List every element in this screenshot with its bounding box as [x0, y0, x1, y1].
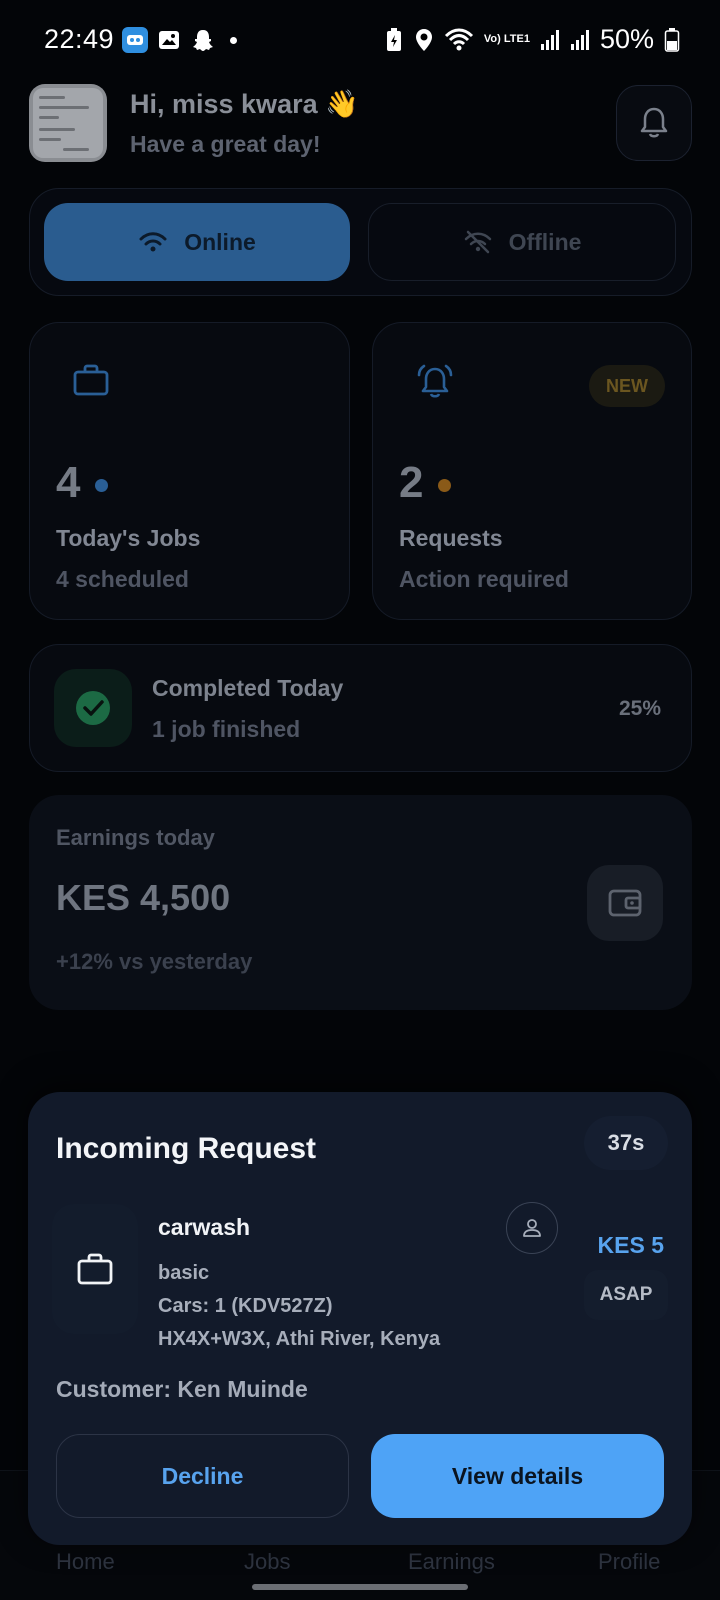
home-indicator[interactable]: [252, 1584, 468, 1590]
completed-subtitle: 1 job finished: [152, 716, 301, 742]
requests-title: Requests: [399, 525, 503, 551]
nav-earnings[interactable]: Earnings: [408, 1549, 495, 1575]
requests-card[interactable]: NEW 2 Requests Action required: [372, 322, 692, 620]
greeting-subtitle: Have a great day!: [130, 131, 321, 157]
completed-icon-box: [54, 669, 132, 747]
location-icon: [415, 28, 432, 51]
todays-jobs-card[interactable]: 4 Today's Jobs 4 scheduled: [29, 322, 350, 620]
battery-icon: [664, 27, 680, 52]
service-cars: Cars: 1 (KDV527Z): [158, 1295, 333, 1317]
completed-percent: 25%: [618, 697, 661, 720]
jobs-count: 4: [56, 458, 81, 507]
online-toggle-button[interactable]: Online: [44, 203, 350, 281]
alarm-bell-icon: [417, 364, 453, 398]
signal-icon-2: [570, 29, 589, 50]
offline-label: Offline: [508, 228, 582, 255]
service-tier: basic: [158, 1262, 210, 1284]
profile-avatar[interactable]: [29, 84, 107, 162]
snapchat-icon: [190, 27, 216, 53]
battery-saver-icon: [386, 27, 401, 51]
nav-profile[interactable]: Profile: [598, 1549, 660, 1575]
earnings-change: +12% vs yesterday: [56, 949, 253, 974]
requests-subtitle: Action required: [399, 566, 569, 592]
jobs-title: Today's Jobs: [56, 525, 201, 551]
jobs-indicator-dot: [95, 479, 108, 492]
nav-home[interactable]: Home: [56, 1549, 115, 1575]
earnings-label: Earnings today: [56, 825, 215, 850]
wifi-icon: [444, 28, 473, 50]
greeting-text: Hi, miss kwara 👋: [130, 89, 359, 119]
status-bar: 22:49 Vo) LTE1 50%: [0, 0, 720, 80]
service-location: HX4X+W3X, Athi River, Kenya: [158, 1328, 441, 1350]
nav-jobs[interactable]: Jobs: [244, 1549, 290, 1575]
person-icon: [523, 1219, 541, 1237]
service-name: carwash: [158, 1214, 251, 1240]
incoming-request-title: Incoming Request: [56, 1132, 317, 1165]
notifications-button[interactable]: [616, 85, 692, 161]
customer-profile-button[interactable]: [506, 1202, 558, 1254]
new-badge: NEW: [589, 365, 665, 407]
online-label: Online: [184, 228, 256, 255]
request-price: KES 5: [597, 1232, 664, 1258]
system-status: Vo) LTE1 50%: [384, 24, 680, 55]
briefcase-icon: [77, 1253, 113, 1285]
service-icon-box: [52, 1204, 138, 1334]
incoming-request-sheet: Incoming Request 37s carwash basic Cars:…: [28, 1092, 692, 1545]
timing-badge: ASAP: [584, 1270, 668, 1320]
more-notifications-dot: [230, 36, 237, 44]
customer-name: Customer: Ken Muinde: [56, 1376, 308, 1402]
status-time: 22:49: [44, 24, 115, 54]
avatar-image: [33, 88, 103, 158]
app-notification-icon: [122, 27, 148, 53]
lte-indicator: Vo) LTE1: [483, 33, 530, 45]
requests-count: 2: [399, 458, 424, 507]
battery-percent: 50%: [599, 24, 654, 54]
countdown-timer: 37s: [584, 1116, 668, 1170]
check-circle-icon: [76, 691, 110, 725]
signal-icon-1: [540, 29, 559, 50]
bell-icon: [640, 107, 668, 138]
wallet-icon: [608, 889, 642, 917]
wifi-icon: [139, 232, 167, 252]
offline-toggle-button[interactable]: Offline: [368, 203, 676, 281]
notification-icons: [122, 27, 237, 53]
completed-today-card[interactable]: Completed Today 1 job finished 25%: [29, 644, 692, 772]
gallery-icon: [156, 27, 182, 53]
availability-toggle: Online Offline: [29, 188, 692, 296]
decline-button[interactable]: Decline: [56, 1434, 349, 1518]
wallet-button[interactable]: [587, 865, 663, 941]
wifi-off-icon: [464, 230, 491, 254]
completed-title: Completed Today: [152, 675, 344, 701]
earnings-card[interactable]: Earnings today KES 4,500 +12% vs yesterd…: [29, 795, 692, 1010]
requests-indicator-dot: [438, 479, 451, 492]
view-details-button[interactable]: View details: [371, 1434, 664, 1518]
briefcase-icon: [73, 364, 109, 396]
earnings-amount: KES 4,500: [56, 877, 231, 918]
jobs-subtitle: 4 scheduled: [56, 566, 189, 592]
